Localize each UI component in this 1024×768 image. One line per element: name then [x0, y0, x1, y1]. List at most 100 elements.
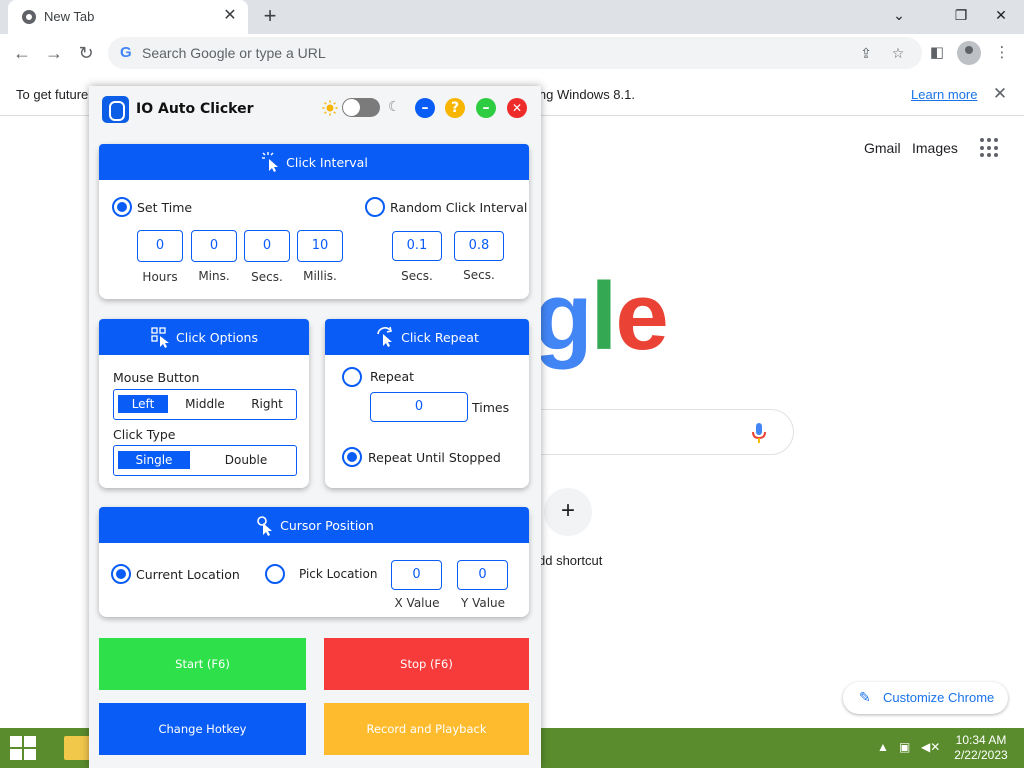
infobar-close-icon[interactable]: ✕	[990, 84, 1010, 104]
tray-expand-icon[interactable]: ▲	[877, 740, 889, 754]
tab-strip: New Tab ✕ + ⌄ ❐ ✕	[0, 0, 1024, 34]
times-label: Times	[472, 400, 510, 415]
tab-new-tab[interactable]: New Tab ✕	[8, 0, 248, 34]
seconds-input[interactable]: 0	[244, 230, 290, 262]
random-min-label: Secs.	[401, 269, 433, 283]
click-type-double[interactable]: Double	[210, 451, 282, 469]
customize-chrome-label: Customize Chrome	[883, 690, 995, 705]
click-repeat-header: Click Repeat	[325, 319, 529, 355]
set-time-radio[interactable]	[112, 197, 132, 217]
learn-more-link[interactable]: Learn more	[911, 87, 977, 102]
close-button[interactable]: ✕	[507, 98, 527, 118]
click-repeat-title: Click Repeat	[401, 329, 479, 345]
moon-icon: ☾	[388, 99, 401, 115]
seconds-label: Secs.	[251, 270, 283, 284]
google-logo: gle	[534, 263, 669, 370]
set-time-label: Set Time	[137, 200, 193, 215]
chrome-menu-icon[interactable]: ⋮	[989, 40, 1015, 66]
infobar-text-start: To get future	[16, 87, 89, 102]
browser-toolbar: ← → ↻ G Search Google or type a URL ⇪ ☆ …	[0, 34, 1024, 72]
volume-muted-icon[interactable]: ◀✕	[921, 740, 940, 754]
taskbar-clock[interactable]: 10:34 AM 2/22/2023	[948, 733, 1014, 763]
click-repeat-icon	[377, 326, 393, 347]
click-interval-title: Click Interval	[286, 154, 368, 170]
click-options-header: Click Options	[99, 319, 309, 355]
x-value-input[interactable]: 0	[391, 560, 442, 590]
side-panel-icon[interactable]: ◧	[924, 40, 950, 66]
sun-icon	[322, 100, 338, 116]
mouse-button-left[interactable]: Left	[118, 395, 168, 413]
change-hotkey-button[interactable]: Change Hotkey	[99, 703, 306, 755]
io-auto-clicker-window: IO Auto Clicker ☾ – ? – ✕ Click Interval	[89, 86, 541, 768]
file-explorer-icon[interactable]	[64, 736, 90, 760]
random-interval-radio[interactable]	[365, 197, 385, 217]
customize-chrome-button[interactable]: ✎ Customize Chrome	[843, 682, 1008, 714]
pencil-icon: ✎	[859, 689, 871, 705]
share-icon[interactable]: ⇪	[856, 43, 876, 63]
pick-location-label: Pick Location	[299, 567, 378, 581]
mouse-button-middle[interactable]: Middle	[180, 395, 230, 413]
current-location-radio[interactable]	[111, 564, 131, 584]
app-title: IO Auto Clicker	[136, 101, 254, 117]
bookmark-star-icon[interactable]: ☆	[888, 43, 908, 63]
infobar-text-end: ing Windows 8.1.	[536, 87, 635, 102]
network-icon[interactable]: ▣	[899, 740, 910, 754]
random-max-input[interactable]: 0.8	[454, 231, 504, 261]
y-value-label: Y Value	[460, 596, 506, 610]
stop-button[interactable]: Stop (F6)	[324, 638, 529, 690]
theme-toggle-knob	[343, 99, 360, 116]
forward-icon[interactable]: →	[41, 40, 67, 66]
google-apps-icon[interactable]	[980, 138, 1000, 158]
close-window-icon[interactable]: ✕	[986, 2, 1016, 28]
click-options-card: Click Options Mouse Button Left Middle R…	[99, 319, 309, 488]
click-repeat-body: Repeat 0 Times Repeat Until Stopped	[325, 355, 529, 488]
tab-search-icon[interactable]: ⌄	[884, 2, 914, 28]
y-value-input[interactable]: 0	[457, 560, 508, 590]
click-type-single[interactable]: Single	[118, 451, 190, 469]
cursor-position-header: Cursor Position	[99, 507, 529, 543]
microphone-icon[interactable]	[752, 423, 766, 443]
gmail-link[interactable]: Gmail	[864, 140, 901, 156]
start-button[interactable]: Start (F6)	[99, 638, 306, 690]
minimize-button[interactable]: –	[415, 98, 435, 118]
milliseconds-label: Millis.	[303, 269, 337, 283]
random-interval-label: Random Click Interval	[390, 200, 528, 215]
current-location-label: Current Location	[136, 567, 240, 582]
click-options-body: Mouse Button Left Middle Right Click Typ…	[99, 355, 309, 488]
repeat-until-stopped-radio[interactable]	[342, 447, 362, 467]
repeat-count-input[interactable]: 0	[370, 392, 468, 422]
cursor-position-card: Cursor Position Current Location Pick Lo…	[99, 507, 529, 617]
click-interval-card: Click Interval Set Time Random Click Int…	[99, 144, 529, 299]
repeat-radio[interactable]	[342, 367, 362, 387]
reload-icon[interactable]: ↻	[73, 40, 99, 66]
tab-close-icon[interactable]: ✕	[220, 6, 240, 26]
hours-label: Hours	[142, 270, 178, 284]
mouse-button-selector: Left Middle Right	[113, 389, 297, 420]
add-shortcut-button[interactable]: +	[544, 488, 592, 536]
windows-start-icon[interactable]	[10, 736, 38, 760]
back-icon[interactable]: ←	[9, 40, 35, 66]
click-repeat-card: Click Repeat Repeat 0 Times Repeat Until…	[325, 319, 529, 488]
chrome-icon	[22, 10, 36, 24]
help-button[interactable]: ?	[445, 98, 465, 118]
click-options-icon	[151, 327, 169, 348]
milliseconds-input[interactable]: 10	[297, 230, 343, 262]
new-tab-button[interactable]: +	[258, 5, 282, 29]
record-playback-button[interactable]: Record and Playback	[324, 703, 529, 755]
add-shortcut-label: dd shortcut	[538, 553, 603, 568]
address-bar-placeholder: Search Google or type a URL	[142, 45, 326, 61]
pick-location-radio[interactable]	[265, 564, 285, 584]
minutes-input[interactable]: 0	[191, 230, 237, 262]
maximize-button[interactable]: –	[476, 98, 496, 118]
hours-input[interactable]: 0	[137, 230, 183, 262]
theme-toggle[interactable]	[342, 98, 380, 117]
profile-avatar[interactable]	[957, 41, 981, 65]
x-value-label: X Value	[394, 596, 440, 610]
images-link[interactable]: Images	[912, 140, 958, 156]
mouse-button-right[interactable]: Right	[242, 395, 292, 413]
mouse-button-label: Mouse Button	[113, 370, 200, 385]
address-bar[interactable]: G Search Google or type a URL ⇪ ☆	[108, 37, 922, 69]
repeat-until-stopped-label: Repeat Until Stopped	[368, 450, 501, 465]
random-min-input[interactable]: 0.1	[392, 231, 442, 261]
restore-window-icon[interactable]: ❐	[946, 2, 976, 28]
